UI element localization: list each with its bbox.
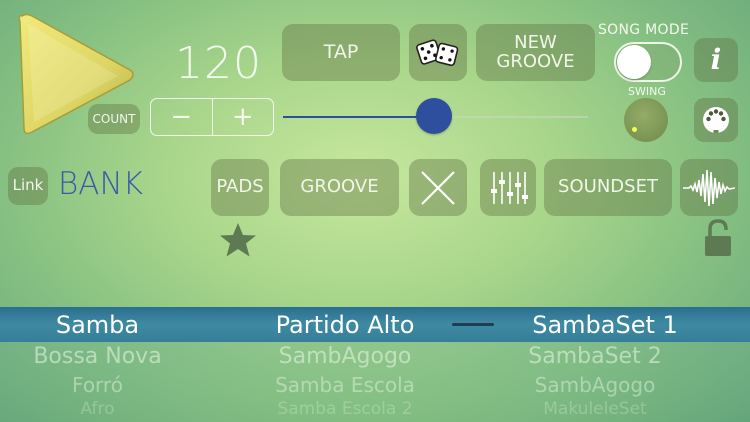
tap-label: TAP <box>323 40 359 63</box>
info-button[interactable]: i <box>694 38 738 82</box>
tempo-decrease-button[interactable]: − <box>151 99 212 135</box>
tempo-value: 120 <box>175 38 262 89</box>
waveform-icon <box>683 169 735 206</box>
style-selected[interactable]: Samba <box>0 311 195 339</box>
new-groove-button[interactable]: NEW GROOVE <box>476 24 595 81</box>
song-mode-label: SONG MODE <box>598 22 690 38</box>
groove-label: GROOVE <box>300 176 379 198</box>
link-label: Link <box>12 176 44 195</box>
waveform-button[interactable] <box>680 159 738 216</box>
count-label: COUNT <box>92 111 136 126</box>
tempo-stepper[interactable]: − + <box>150 98 274 136</box>
groove-option[interactable]: Samba Escola 2 <box>225 399 465 419</box>
groove-selected[interactable]: Partido Alto <box>225 311 465 339</box>
soundset-label: SOUNDSET <box>558 176 658 198</box>
star-icon[interactable] <box>219 222 257 258</box>
midi-button[interactable] <box>694 98 738 142</box>
pads-label: PADS <box>216 176 264 198</box>
groove-option[interactable]: Samba Escola <box>225 373 465 397</box>
lock-icon[interactable] <box>703 218 733 258</box>
new-groove-label-line1: NEW <box>514 31 557 53</box>
style-option[interactable]: Forró <box>0 373 195 397</box>
x-icon <box>421 170 455 205</box>
soundset-option[interactable]: SambaSet 2 <box>500 344 690 369</box>
link-button[interactable]: Link <box>8 167 48 205</box>
pads-button[interactable]: PADS <box>211 159 269 216</box>
clear-button[interactable] <box>409 159 467 216</box>
soundset-selected[interactable]: SambaSet 1 <box>500 311 710 339</box>
mixer-button[interactable] <box>480 159 536 216</box>
mixer-sliders-icon <box>491 171 528 204</box>
toggle-knob <box>617 45 651 79</box>
soundset-button[interactable]: SOUNDSET <box>544 159 672 216</box>
style-option[interactable]: Bossa Nova <box>0 344 195 369</box>
bank-button[interactable]: BANK <box>58 166 143 202</box>
soundset-option[interactable]: MakuleleSet <box>500 399 690 419</box>
swing-label: SWING <box>628 85 666 98</box>
info-icon: i <box>710 43 722 77</box>
slider-track-empty <box>433 116 588 118</box>
new-groove-label-line2: GROOVE <box>496 50 575 72</box>
swing-indicator <box>632 127 637 132</box>
midi-connector-icon <box>703 107 729 133</box>
song-mode-toggle[interactable] <box>614 42 682 82</box>
soundset-option[interactable]: SambAgogo <box>500 373 690 397</box>
groove-button[interactable]: GROOVE <box>280 159 399 216</box>
style-option[interactable]: Afro <box>0 399 195 419</box>
slider-thumb[interactable] <box>416 98 452 134</box>
plus-label: + <box>231 102 254 132</box>
random-button[interactable] <box>409 24 467 81</box>
swing-knob[interactable] <box>624 98 668 142</box>
tempo-increase-button[interactable]: + <box>211 99 274 135</box>
dice-icon <box>416 38 459 66</box>
slider-track-filled <box>283 116 433 118</box>
minus-label: − <box>170 102 193 132</box>
count-button[interactable]: COUNT <box>88 104 140 134</box>
tap-button[interactable]: TAP <box>282 24 400 81</box>
groove-option[interactable]: SambAgogo <box>225 344 465 369</box>
